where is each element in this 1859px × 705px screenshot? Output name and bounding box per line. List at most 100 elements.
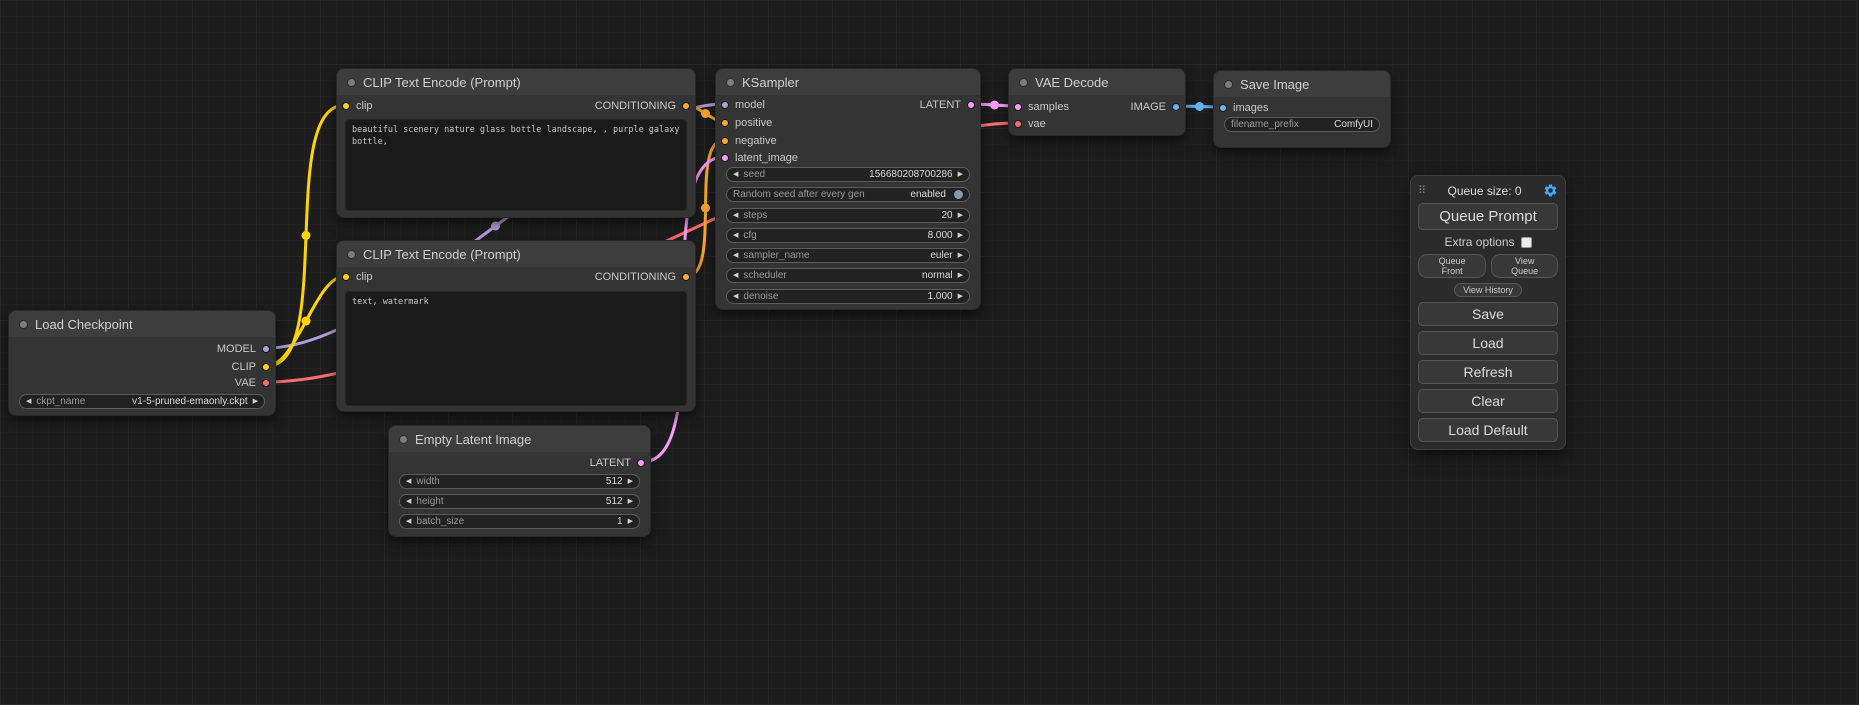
- input-slot-clip[interactable]: clip: [342, 270, 373, 284]
- widget-denoise[interactable]: ◀denoise1.000▶: [726, 289, 970, 304]
- widget-sampler_name[interactable]: ◀sampler_nameeuler▶: [726, 248, 970, 263]
- increment-arrow-icon[interactable]: ▶: [628, 474, 633, 489]
- collapse-dot-icon[interactable]: [347, 250, 356, 259]
- output-port-latent-icon[interactable]: [637, 459, 645, 467]
- widget-ckpt_name[interactable]: ◀ckpt_namev1-5-pruned-emaonly.ckpt▶: [19, 394, 265, 409]
- input-port-images-icon[interactable]: [1219, 104, 1227, 112]
- input-port-clip-icon[interactable]: [342, 273, 350, 281]
- node-graph-canvas[interactable]: Load Checkpoint MODEL CLIP VAE ◀ckpt_namev1-…: [0, 0, 1859, 705]
- output-port-image-icon[interactable]: [1172, 103, 1180, 111]
- collapse-dot-icon[interactable]: [347, 78, 356, 87]
- decrement-arrow-icon[interactable]: ◀: [733, 268, 738, 283]
- input-slot-negative[interactable]: negative: [721, 134, 777, 148]
- input-port-negative-icon[interactable]: [721, 137, 729, 145]
- input-slot-samples[interactable]: samples: [1014, 100, 1069, 114]
- output-slot-conditioning[interactable]: CONDITIONING: [595, 270, 690, 284]
- output-slot-latent[interactable]: LATENT: [590, 456, 645, 470]
- increment-arrow-icon[interactable]: ▶: [958, 248, 963, 263]
- refresh-button[interactable]: Refresh: [1418, 360, 1558, 384]
- decrement-arrow-icon[interactable]: ◀: [406, 474, 411, 489]
- output-slot-image[interactable]: IMAGE: [1131, 100, 1180, 114]
- node-clip-text-encode-negative[interactable]: CLIP Text Encode (Prompt) clip CONDITIONIN…: [336, 240, 696, 412]
- node-title-bar[interactable]: VAE Decode: [1009, 69, 1185, 95]
- widget-width[interactable]: ◀width512▶: [399, 474, 640, 489]
- node-load-checkpoint[interactable]: Load Checkpoint MODEL CLIP VAE ◀ckpt_namev1-…: [8, 310, 276, 416]
- load-default-button[interactable]: Load Default: [1418, 418, 1558, 442]
- decrement-arrow-icon[interactable]: ◀: [733, 248, 738, 263]
- queue-front-button[interactable]: Queue Front: [1418, 254, 1486, 278]
- input-slot-images[interactable]: images: [1219, 101, 1268, 115]
- decrement-arrow-icon[interactable]: ◀: [733, 228, 738, 243]
- output-port-latent-icon[interactable]: [967, 101, 975, 109]
- collapse-dot-icon[interactable]: [399, 435, 408, 444]
- node-vae-decode[interactable]: VAE Decode samples vae IMAGE: [1008, 68, 1186, 136]
- prompt-textarea[interactable]: beautiful scenery nature glass bottle la…: [345, 119, 687, 211]
- increment-arrow-icon[interactable]: ▶: [628, 514, 633, 529]
- drag-handle-icon[interactable]: ⠿: [1418, 184, 1426, 197]
- decrement-arrow-icon[interactable]: ◀: [406, 514, 411, 529]
- output-slot-conditioning[interactable]: CONDITIONING: [595, 99, 690, 113]
- node-title-bar[interactable]: Empty Latent Image: [389, 426, 650, 452]
- input-slot-positive[interactable]: positive: [721, 116, 772, 130]
- decrement-arrow-icon[interactable]: ◀: [733, 167, 738, 182]
- input-slot-clip[interactable]: clip: [342, 99, 373, 113]
- prompt-textarea[interactable]: text, watermark: [345, 291, 687, 406]
- node-title-bar[interactable]: Load Checkpoint: [9, 311, 275, 337]
- load-button[interactable]: Load: [1418, 331, 1558, 355]
- node-ksampler[interactable]: KSampler model positive negative latent_imag…: [715, 68, 981, 310]
- settings-gear-icon[interactable]: [1543, 183, 1558, 198]
- input-port-model-icon[interactable]: [721, 101, 729, 109]
- view-history-button[interactable]: View History: [1454, 283, 1522, 297]
- increment-arrow-icon[interactable]: ▶: [253, 394, 258, 409]
- widget-height[interactable]: ◀height512▶: [399, 494, 640, 509]
- input-slot-model[interactable]: model: [721, 98, 765, 112]
- view-queue-button[interactable]: View Queue: [1491, 254, 1558, 278]
- collapse-dot-icon[interactable]: [19, 320, 28, 329]
- collapse-dot-icon[interactable]: [726, 78, 735, 87]
- toggle-on-dot-icon[interactable]: [954, 190, 963, 199]
- input-port-vae-icon[interactable]: [1014, 120, 1022, 128]
- clear-button[interactable]: Clear: [1418, 389, 1558, 413]
- node-save-image[interactable]: Save Image images filename_prefixComfyUI: [1213, 70, 1391, 148]
- output-port-clip-icon[interactable]: [262, 363, 270, 371]
- input-slot-vae[interactable]: vae: [1014, 117, 1046, 131]
- increment-arrow-icon[interactable]: ▶: [958, 208, 963, 223]
- output-slot-model[interactable]: MODEL: [217, 342, 270, 356]
- decrement-arrow-icon[interactable]: ◀: [406, 494, 411, 509]
- widget-random-seed-after-every-gen[interactable]: Random seed after every genenabled: [726, 187, 970, 202]
- widget-seed[interactable]: ◀seed156680208700286▶: [726, 167, 970, 182]
- node-title-bar[interactable]: CLIP Text Encode (Prompt): [337, 241, 695, 267]
- input-port-latent_image-icon[interactable]: [721, 154, 729, 162]
- input-port-positive-icon[interactable]: [721, 119, 729, 127]
- node-clip-text-encode-positive[interactable]: CLIP Text Encode (Prompt) clip CONDITIONIN…: [336, 68, 696, 218]
- increment-arrow-icon[interactable]: ▶: [958, 167, 963, 182]
- decrement-arrow-icon[interactable]: ◀: [26, 394, 31, 409]
- output-port-vae-icon[interactable]: [262, 379, 270, 387]
- increment-arrow-icon[interactable]: ▶: [958, 228, 963, 243]
- queue-prompt-button[interactable]: Queue Prompt: [1418, 203, 1558, 230]
- collapse-dot-icon[interactable]: [1019, 78, 1028, 87]
- output-port-conditioning-icon[interactable]: [682, 273, 690, 281]
- widget-scheduler[interactable]: ◀schedulernormal▶: [726, 268, 970, 283]
- input-port-clip-icon[interactable]: [342, 102, 350, 110]
- increment-arrow-icon[interactable]: ▶: [628, 494, 633, 509]
- widget-filename_prefix[interactable]: filename_prefixComfyUI: [1224, 117, 1380, 132]
- widget-steps[interactable]: ◀steps20▶: [726, 208, 970, 223]
- node-title-bar[interactable]: Save Image: [1214, 71, 1390, 97]
- widget-batch_size[interactable]: ◀batch_size1▶: [399, 514, 640, 529]
- node-title-bar[interactable]: CLIP Text Encode (Prompt): [337, 69, 695, 95]
- output-port-conditioning-icon[interactable]: [682, 102, 690, 110]
- input-port-samples-icon[interactable]: [1014, 103, 1022, 111]
- output-slot-latent[interactable]: LATENT: [920, 98, 975, 112]
- node-title-bar[interactable]: KSampler: [716, 69, 980, 95]
- decrement-arrow-icon[interactable]: ◀: [733, 208, 738, 223]
- decrement-arrow-icon[interactable]: ◀: [733, 289, 738, 304]
- node-empty-latent-image[interactable]: Empty Latent Image LATENT ◀width512▶ ◀heigh…: [388, 425, 651, 537]
- increment-arrow-icon[interactable]: ▶: [958, 289, 963, 304]
- input-slot-latent_image[interactable]: latent_image: [721, 151, 798, 165]
- output-slot-clip[interactable]: CLIP: [232, 360, 270, 374]
- widget-cfg[interactable]: ◀cfg8.000▶: [726, 228, 970, 243]
- output-port-model-icon[interactable]: [262, 345, 270, 353]
- output-slot-vae[interactable]: VAE: [235, 376, 270, 390]
- save-button[interactable]: Save: [1418, 302, 1558, 326]
